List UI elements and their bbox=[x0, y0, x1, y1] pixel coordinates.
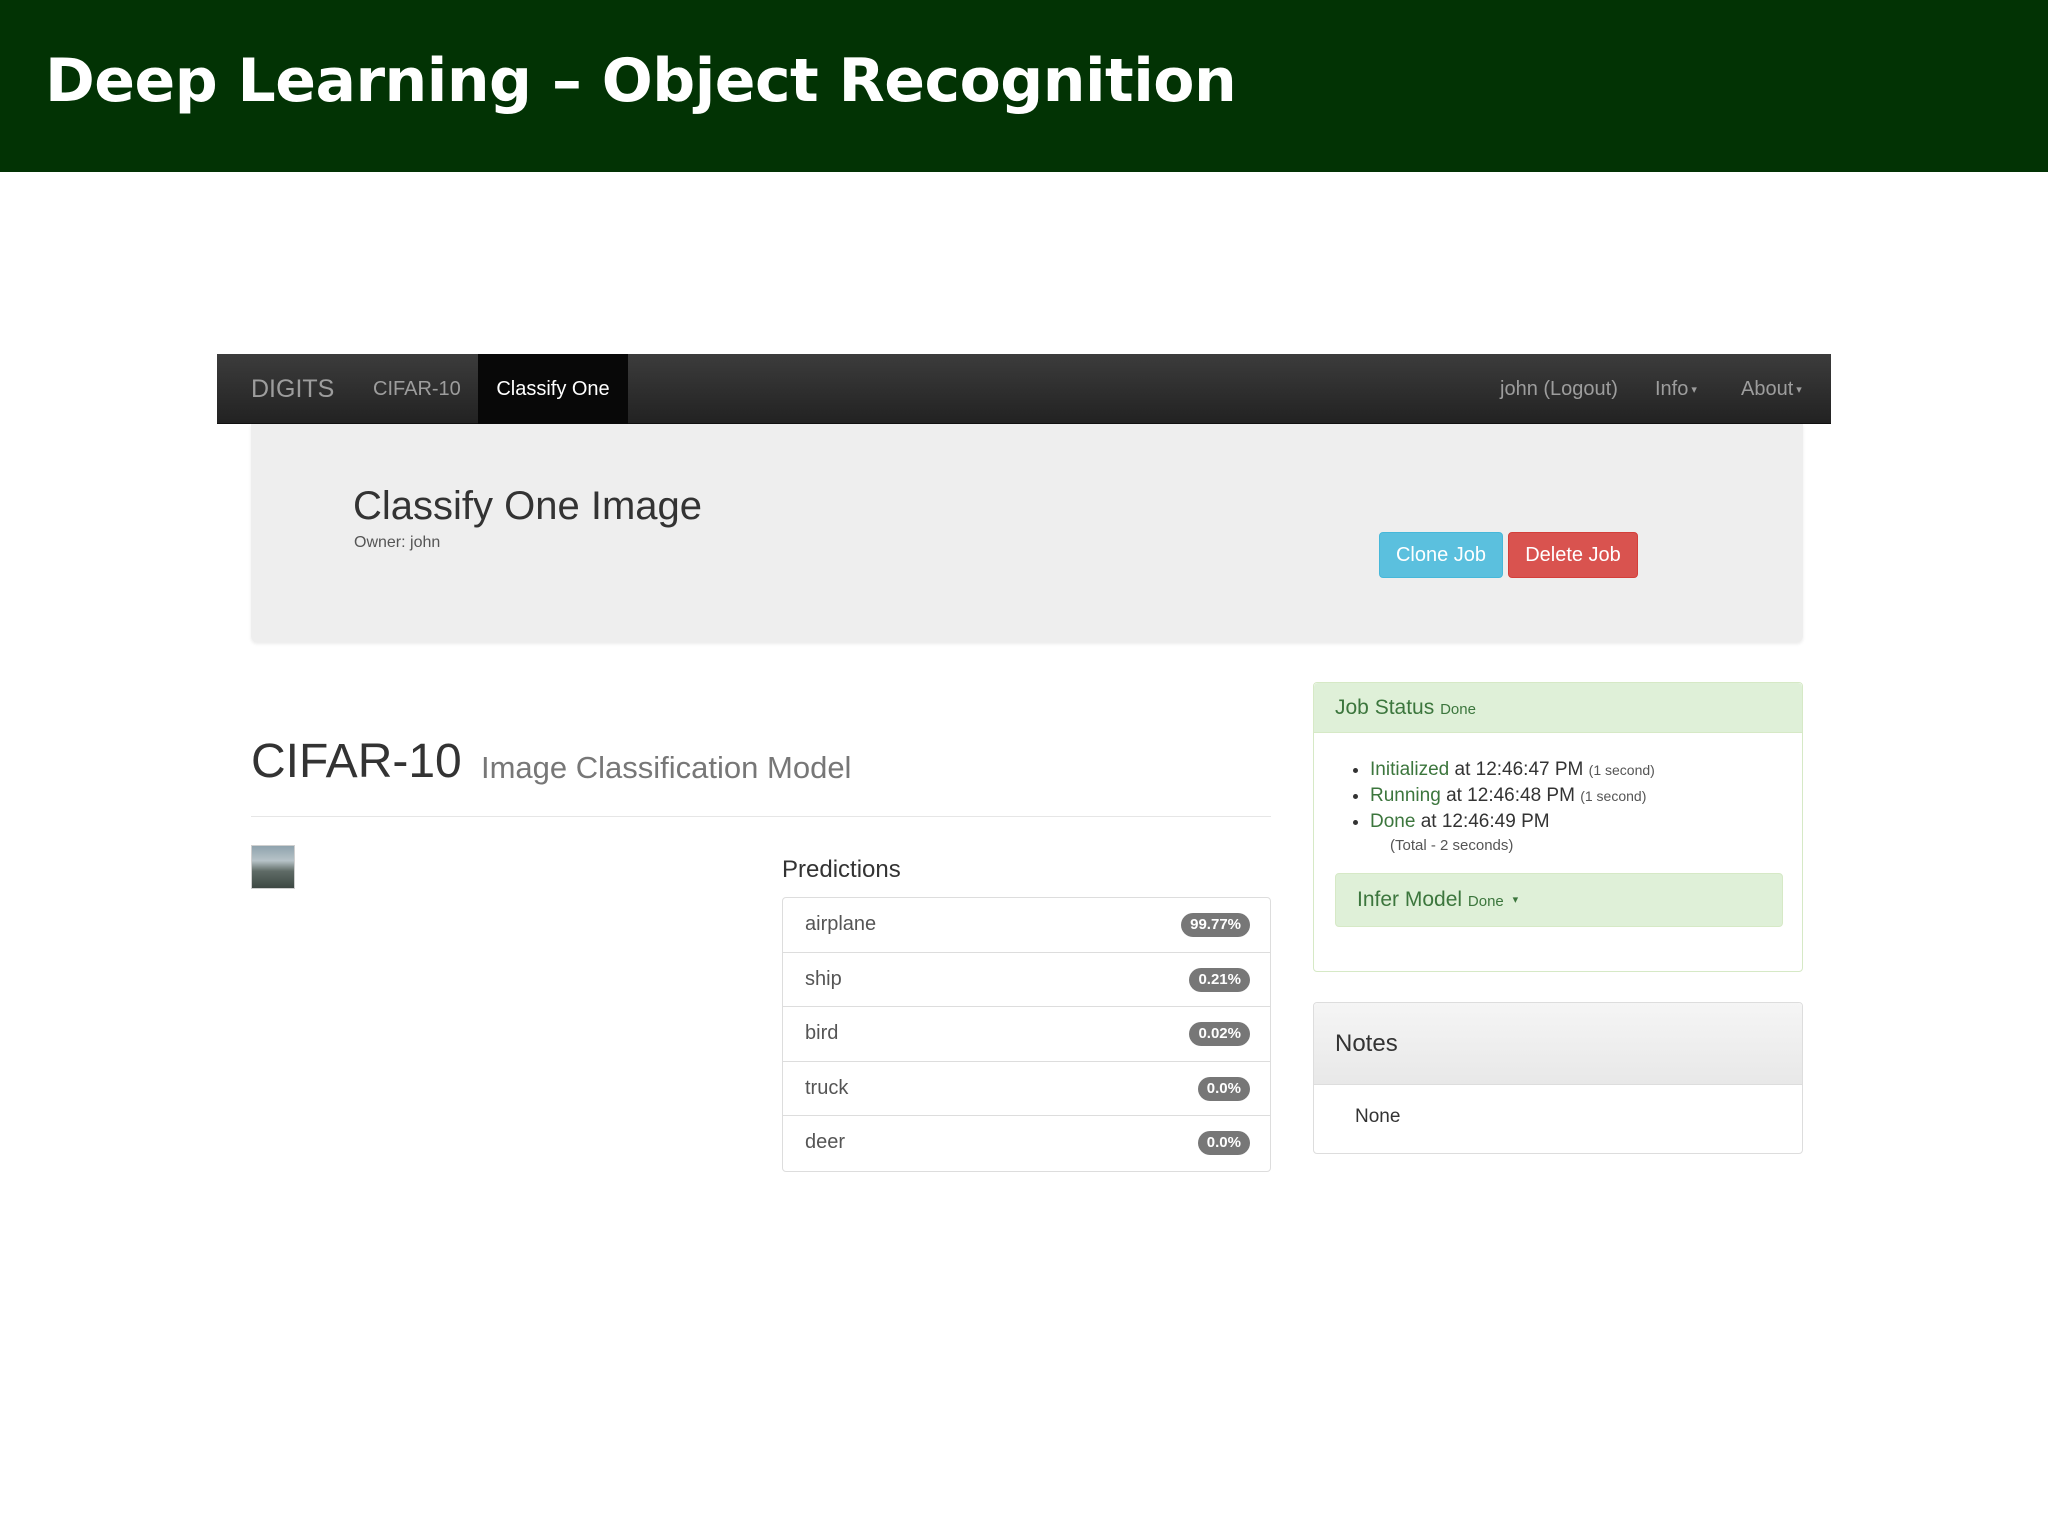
notes-body: None bbox=[1355, 1106, 1401, 1127]
status-steps: Initialized at 12:46:47 PM (1 second) Ru… bbox=[1370, 757, 1655, 835]
status-step-time: at 12:46:47 PM bbox=[1454, 759, 1584, 780]
prediction-class: truck bbox=[805, 1076, 849, 1099]
about-menu-label: About bbox=[1741, 378, 1794, 400]
prediction-row: ship 0.21% bbox=[783, 953, 1270, 1007]
status-step: Initialized at 12:46:47 PM (1 second) bbox=[1370, 757, 1655, 783]
navbar: DIGITS CIFAR-10 Classify One john (Logou… bbox=[217, 354, 1831, 424]
job-status-state: Done bbox=[1440, 701, 1476, 718]
status-step-name: Initialized bbox=[1370, 759, 1450, 780]
nav-cifar10[interactable]: CIFAR-10 bbox=[373, 354, 461, 424]
divider bbox=[251, 816, 1271, 817]
prediction-row: airplane 99.77% bbox=[783, 898, 1270, 953]
page-title: Classify One Image bbox=[353, 484, 703, 528]
job-status-header: Job Status Done bbox=[1314, 683, 1802, 733]
prediction-class: deer bbox=[805, 1131, 846, 1153]
status-step-time: at 12:46:48 PM bbox=[1446, 785, 1575, 806]
nav-classify-one[interactable]: Classify One bbox=[478, 354, 628, 424]
delete-job-button[interactable]: Delete Job bbox=[1508, 532, 1638, 578]
caret-down-icon: ▾ bbox=[1512, 894, 1519, 907]
caret-down-icon: ▾ bbox=[1796, 383, 1802, 396]
status-step-duration: (1 second) bbox=[1588, 762, 1655, 778]
prediction-score-badge: 0.02% bbox=[1189, 1022, 1250, 1046]
predictions-heading: Predictions bbox=[782, 856, 901, 883]
job-status-panel: Job Status Done Initialized at 12:46:47 … bbox=[1313, 682, 1803, 972]
job-header: Classify One Image Owner: john Clone Job… bbox=[251, 424, 1803, 642]
info-menu-label: Info bbox=[1655, 378, 1689, 400]
status-step-name: Done bbox=[1370, 811, 1416, 832]
about-menu[interactable]: About ▾ bbox=[1741, 354, 1802, 424]
status-step: Running at 12:46:48 PM (1 second) bbox=[1370, 783, 1655, 809]
prediction-class: bird bbox=[805, 1022, 839, 1044]
brand-link[interactable]: DIGITS bbox=[251, 354, 334, 424]
status-step: Done at 12:46:49 PM bbox=[1370, 809, 1655, 835]
infer-model-dropdown[interactable]: Infer Model Done ▾ bbox=[1335, 873, 1783, 927]
notes-panel: Notes None bbox=[1313, 1002, 1803, 1154]
user-logout-link[interactable]: john (Logout) bbox=[1500, 354, 1618, 424]
status-step-name: Running bbox=[1370, 785, 1441, 806]
prediction-row: deer 0.0% bbox=[783, 1116, 1270, 1171]
job-owner: Owner: john bbox=[354, 534, 441, 551]
clone-job-button[interactable]: Clone Job bbox=[1379, 532, 1503, 578]
infer-model-label: Infer Model bbox=[1357, 888, 1463, 911]
job-status-heading: Job Status bbox=[1335, 696, 1435, 719]
prediction-score-badge: 99.77% bbox=[1181, 913, 1250, 937]
status-step-time: at 12:46:49 PM bbox=[1420, 811, 1550, 832]
infer-model-state: Done bbox=[1467, 893, 1504, 910]
status-total: (Total - 2 seconds) bbox=[1390, 837, 1514, 854]
prediction-class: airplane bbox=[805, 913, 877, 935]
notes-heading: Notes bbox=[1314, 1003, 1802, 1085]
slide-header: Deep Learning – Object Recognition bbox=[0, 0, 2048, 172]
model-name[interactable]: CIFAR-10 bbox=[251, 734, 462, 789]
prediction-class: ship bbox=[805, 967, 842, 990]
status-step-duration: (1 second) bbox=[1580, 788, 1647, 804]
prediction-score-badge: 0.21% bbox=[1189, 967, 1250, 992]
caret-down-icon: ▾ bbox=[1691, 383, 1697, 396]
slide-title: Deep Learning – Object Recognition bbox=[45, 46, 1237, 116]
prediction-score-badge: 0.0% bbox=[1197, 1076, 1250, 1101]
model-subtitle: Image Classification Model bbox=[481, 750, 852, 785]
predictions-list: airplane 99.77% ship 0.21% bird 0.02% tr… bbox=[782, 897, 1271, 1172]
test-image-thumbnail bbox=[251, 845, 295, 889]
info-menu[interactable]: Info ▾ bbox=[1655, 354, 1697, 424]
prediction-row: bird 0.02% bbox=[783, 1007, 1270, 1062]
digits-screenshot: DIGITS CIFAR-10 Classify One john (Logou… bbox=[217, 354, 1831, 1184]
prediction-row: truck 0.0% bbox=[783, 1062, 1270, 1116]
prediction-score-badge: 0.0% bbox=[1197, 1131, 1250, 1155]
